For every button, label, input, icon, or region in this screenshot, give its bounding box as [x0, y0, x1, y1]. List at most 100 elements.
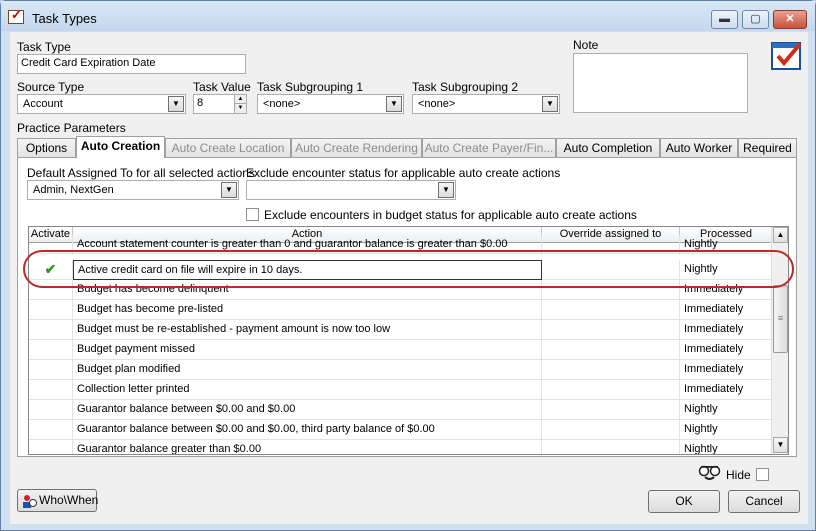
- processed-cell: Immediately: [680, 380, 773, 400]
- auto-creation-panel: Default Assigned To for all selected act…: [17, 157, 797, 457]
- processed-cell: Nightly: [680, 400, 773, 420]
- hide-checkbox[interactable]: [756, 468, 769, 481]
- tab-auto-create-rendering[interactable]: Auto Create Rendering: [291, 138, 422, 157]
- subgroup2-value: <none>: [418, 98, 456, 110]
- checkmark-icon[interactable]: ✔: [29, 260, 73, 280]
- subgroup1-value: <none>: [263, 98, 301, 110]
- action-cell: Budget payment missed: [73, 340, 542, 360]
- spin-down-icon[interactable]: ▼: [234, 104, 246, 113]
- hide-label: Hide: [726, 468, 751, 482]
- action-cell: Account statement counter is greater tha…: [73, 235, 542, 255]
- processed-cell: Nightly: [680, 235, 773, 255]
- default-assigned-value: Admin, NextGen: [33, 184, 114, 196]
- spin-up-icon[interactable]: ▲: [234, 95, 246, 104]
- processed-cell: Immediately: [680, 360, 773, 380]
- exclude-budget-label: Exclude encounters in budget status for …: [264, 208, 637, 222]
- action-cell: Guarantor balance greater than $0.00: [73, 440, 542, 454]
- default-assigned-label: Default Assigned To for all selected act…: [27, 166, 255, 180]
- source-type-value: Account: [23, 98, 63, 110]
- activate-cell[interactable]: [29, 280, 73, 300]
- activate-cell[interactable]: [29, 300, 73, 320]
- activate-cell[interactable]: [29, 360, 73, 380]
- minimize-button[interactable]: ▬: [711, 10, 738, 29]
- table-row[interactable]: Budget plan modified Immediately: [29, 360, 773, 380]
- override-cell[interactable]: [542, 440, 680, 454]
- table-row[interactable]: Budget has become delinquent Immediately: [29, 280, 773, 300]
- task-type-input[interactable]: Credit Card Expiration Date: [17, 54, 246, 74]
- table-row[interactable]: Guarantor balance greater than $0.00 Nig…: [29, 440, 773, 454]
- subgroup2-dropdown[interactable]: <none> ▼: [412, 94, 560, 114]
- task-value-spinner[interactable]: 8 ▲ ▼: [193, 94, 247, 114]
- table-row[interactable]: Collection letter printed Immediately: [29, 380, 773, 400]
- processed-cell: Nightly: [680, 260, 773, 280]
- who-when-button[interactable]: Who\When: [17, 489, 98, 512]
- table-row[interactable]: Account statement counter is greater tha…: [29, 235, 773, 255]
- source-type-dropdown[interactable]: Account ▼: [17, 94, 186, 114]
- override-cell[interactable]: [542, 300, 680, 320]
- close-button[interactable]: ✕: [773, 10, 807, 29]
- override-cell[interactable]: [542, 340, 680, 360]
- grid-scrollbar[interactable]: ▲ ≡ ▼: [771, 227, 788, 454]
- table-row[interactable]: Budget has become pre-listed Immediately: [29, 300, 773, 320]
- processed-cell: Nightly: [680, 420, 773, 440]
- table-row-selected[interactable]: ✔ Active credit card on file will expire…: [29, 260, 773, 280]
- activate-cell[interactable]: [29, 340, 73, 360]
- action-cell: Guarantor balance between $0.00 and $0.0…: [73, 420, 542, 440]
- dropdown-arrow-icon[interactable]: ▼: [438, 182, 454, 198]
- note-textarea[interactable]: [573, 53, 748, 113]
- action-cell: Budget has become delinquent: [73, 280, 542, 300]
- scroll-up-icon[interactable]: ▲: [773, 227, 788, 243]
- maximize-button[interactable]: ▢: [742, 10, 769, 29]
- activate-cell[interactable]: [29, 420, 73, 440]
- processed-cell: Immediately: [680, 280, 773, 300]
- override-cell[interactable]: [542, 320, 680, 340]
- tab-auto-completion[interactable]: Auto Completion: [556, 138, 660, 157]
- table-row[interactable]: Guarantor balance between $0.00 and $0.0…: [29, 400, 773, 420]
- activate-cell[interactable]: [29, 320, 73, 340]
- override-cell[interactable]: [542, 360, 680, 380]
- tab-strip: Options Auto Creation Auto Create Locati…: [17, 136, 797, 158]
- override-cell[interactable]: [542, 235, 680, 255]
- processed-cell: Immediately: [680, 320, 773, 340]
- tab-auto-worker[interactable]: Auto Worker: [660, 138, 738, 157]
- dropdown-arrow-icon[interactable]: ▼: [168, 96, 184, 112]
- table-row[interactable]: Guarantor balance between $0.00 and $0.0…: [29, 420, 773, 440]
- override-cell[interactable]: [542, 260, 680, 280]
- scroll-down-icon[interactable]: ▼: [773, 437, 788, 453]
- activate-cell[interactable]: [29, 400, 73, 420]
- tab-required[interactable]: Required: [738, 138, 797, 157]
- ok-button[interactable]: OK: [648, 490, 720, 513]
- dropdown-arrow-icon[interactable]: ▼: [542, 96, 558, 112]
- activate-cell[interactable]: [29, 235, 73, 255]
- action-cell: Active credit card on file will expire i…: [73, 260, 542, 280]
- action-cell: Budget must be re-established - payment …: [73, 320, 542, 340]
- override-cell[interactable]: [542, 280, 680, 300]
- activate-cell[interactable]: [29, 440, 73, 454]
- actions-grid: Activate Action Override assigned to Pro…: [28, 226, 789, 455]
- default-assigned-dropdown[interactable]: Admin, NextGen ▼: [27, 180, 239, 200]
- override-cell[interactable]: [542, 420, 680, 440]
- tab-auto-creation[interactable]: Auto Creation: [76, 136, 165, 158]
- exclude-status-label: Exclude encounter status for applicable …: [246, 166, 561, 180]
- activate-cell[interactable]: [29, 380, 73, 400]
- override-cell[interactable]: [542, 380, 680, 400]
- cancel-button[interactable]: Cancel: [728, 490, 800, 513]
- task-value-label: Task Value: [193, 80, 251, 94]
- action-cell: Collection letter printed: [73, 380, 542, 400]
- exclude-status-dropdown[interactable]: ▼: [246, 180, 456, 200]
- subgroup1-dropdown[interactable]: <none> ▼: [257, 94, 404, 114]
- processed-cell: Nightly: [680, 440, 773, 454]
- action-cell: Budget has become pre-listed: [73, 300, 542, 320]
- processed-cell: Immediately: [680, 300, 773, 320]
- task-types-icon: [8, 7, 24, 24]
- tab-auto-create-location[interactable]: Auto Create Location: [165, 138, 291, 157]
- override-cell[interactable]: [542, 400, 680, 420]
- table-row[interactable]: Budget payment missed Immediately: [29, 340, 773, 360]
- dropdown-arrow-icon[interactable]: ▼: [386, 96, 402, 112]
- table-row[interactable]: Budget must be re-established - payment …: [29, 320, 773, 340]
- tab-auto-create-payer[interactable]: Auto Create Payer/Fin...: [422, 138, 556, 157]
- dropdown-arrow-icon[interactable]: ▼: [221, 182, 237, 198]
- exclude-budget-checkbox[interactable]: [246, 208, 259, 221]
- tab-options[interactable]: Options: [17, 138, 76, 157]
- scroll-thumb[interactable]: ≡: [773, 285, 788, 353]
